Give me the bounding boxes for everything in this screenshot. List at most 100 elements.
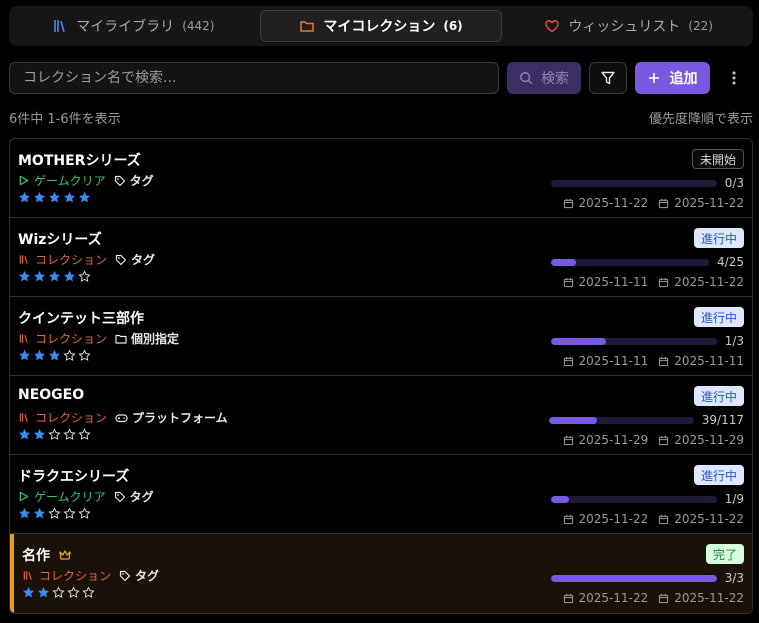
item-tag: 個別指定: [115, 330, 179, 347]
collection-item[interactable]: クインテット三部作 コレクション 個別指定 進行中 1/3 2025-11-11…: [10, 297, 752, 376]
date-created-text: 2025-11-29: [578, 433, 649, 447]
star-empty-icon: [78, 428, 91, 440]
more-vertical-icon: [732, 71, 736, 85]
item-tag: タグ: [119, 567, 159, 584]
calendar-icon: [659, 514, 669, 524]
date-updated: 2025-11-11: [658, 354, 744, 368]
library-icon: [54, 20, 65, 33]
item-title-row: MOTHERシリーズ: [18, 150, 141, 170]
date-updated-text: 2025-11-22: [674, 591, 744, 605]
collection-item[interactable]: MOTHERシリーズ ゲームクリア タグ 未開始 0/3 2025-11-22 …: [10, 139, 752, 218]
progress-row: 39/117: [548, 413, 744, 427]
tab-my-collection[interactable]: マイコレクション (6): [259, 10, 503, 42]
date-updated-text: 2025-11-22: [674, 196, 744, 210]
item-tag-label: 個別指定: [131, 332, 180, 346]
calendar-icon: [659, 356, 669, 366]
status-badge: 進行中: [693, 228, 744, 248]
progress-bar: [550, 337, 717, 345]
calendar-icon: [563, 435, 573, 445]
collection-item[interactable]: Wizシリーズ コレクション タグ 進行中 4/25 2025-11-11 20…: [10, 218, 752, 297]
progress-fill: [550, 337, 606, 345]
date-updated: 2025-11-22: [658, 591, 744, 605]
progress-text: 1/3: [724, 334, 744, 348]
item-title: 名作: [22, 548, 50, 564]
progress-row: 1/3: [550, 334, 744, 348]
item-meta: コレクション 個別指定: [18, 330, 179, 347]
progress-text: 3/3: [724, 571, 744, 585]
search-icon: [520, 72, 533, 85]
priority-stars[interactable]: [18, 507, 91, 520]
item-tag-label: タグ: [129, 174, 154, 188]
star-empty-icon: [48, 507, 61, 519]
date-updated: 2025-11-22: [658, 512, 744, 526]
add-button[interactable]: 追加: [635, 62, 710, 94]
date-created: 2025-11-11: [563, 354, 648, 368]
star-filled-icon: [34, 191, 45, 203]
library-icon: [19, 413, 28, 422]
filter-icon: [601, 71, 615, 85]
calendar-icon: [563, 277, 573, 287]
star-filled-icon: [49, 270, 60, 282]
priority-stars[interactable]: [22, 586, 95, 599]
priority-stars[interactable]: [18, 349, 91, 362]
tab-wishlist[interactable]: ウィッシュリスト (22): [508, 10, 749, 42]
item-type-label: コレクション: [35, 332, 108, 346]
sort-order[interactable]: 優先度降順で表示: [649, 108, 753, 127]
star-filled-icon: [64, 270, 75, 282]
priority-stars[interactable]: [18, 428, 91, 441]
star-filled-icon: [19, 349, 30, 361]
item-type-label: ゲームクリア: [34, 490, 106, 504]
tab-label: マイコレクション: [323, 19, 436, 35]
calendar-icon: [563, 514, 573, 524]
collection-item[interactable]: ドラクエシリーズ ゲームクリア タグ 進行中 1/9 2025-11-22 20…: [10, 455, 752, 534]
collection-item[interactable]: 名作 コレクション タグ 完了 3/3 2025-11-22 2025-11-2…: [10, 534, 752, 613]
progress-row: 4/25: [551, 255, 744, 269]
item-title-row: クインテット三部作: [18, 308, 144, 328]
progress-text: 4/25: [717, 255, 744, 269]
star-filled-icon: [34, 507, 45, 519]
date-created-text: 2025-11-22: [578, 591, 649, 605]
star-filled-icon: [49, 191, 60, 203]
tab-bar: マイライブラリ (442) マイコレクション (6) ウィッシュリスト (22): [9, 6, 753, 46]
progress-fill: [550, 495, 570, 503]
calendar-icon: [659, 277, 669, 287]
item-type-label: コレクション: [35, 411, 108, 425]
progress-text: 1/9: [724, 492, 744, 506]
gamepad-icon: [115, 413, 128, 422]
item-type-label: コレクション: [39, 569, 112, 583]
tag-icon: [115, 254, 127, 265]
calendar-icon: [563, 198, 573, 208]
calendar-icon: [659, 198, 669, 208]
date-updated-text: 2025-11-22: [674, 512, 744, 526]
star-empty-icon: [48, 428, 61, 440]
item-dates: 2025-11-11 2025-11-22: [563, 275, 744, 289]
calendar-icon: [563, 593, 573, 603]
item-title: クインテット三部作: [18, 311, 144, 327]
item-type: コレクション: [18, 330, 107, 347]
star-filled-icon: [34, 270, 45, 282]
star-filled-icon: [49, 349, 60, 361]
search-input[interactable]: [9, 62, 499, 94]
item-tag: タグ: [115, 251, 155, 268]
tab-label: ウィッシュリスト: [568, 19, 681, 35]
status-badge: 完了: [705, 544, 744, 564]
progress-text: 39/117: [701, 413, 744, 427]
star-empty-icon: [63, 507, 76, 519]
tab-my-library[interactable]: マイライブラリ (442): [13, 10, 254, 42]
search-button[interactable]: 検索: [507, 62, 581, 94]
more-options-button[interactable]: [722, 66, 746, 90]
collection-item[interactable]: NEOGEO コレクション プラットフォーム 進行中 39/117 2025-1…: [10, 376, 752, 455]
filter-button[interactable]: [589, 62, 627, 94]
date-updated: 2025-11-22: [658, 275, 744, 289]
priority-stars[interactable]: [18, 270, 91, 283]
date-created: 2025-11-22: [563, 512, 648, 526]
item-title-row: 名作: [22, 545, 72, 565]
progress-row: 0/3: [550, 176, 744, 190]
priority-stars[interactable]: [18, 191, 91, 204]
tab-count: (6): [443, 19, 463, 33]
folder-icon: [300, 21, 315, 32]
date-updated-text: 2025-11-22: [674, 275, 744, 289]
star-filled-icon: [64, 191, 75, 203]
item-meta: ゲームクリア タグ: [18, 172, 154, 189]
status-badge: 進行中: [693, 307, 744, 327]
